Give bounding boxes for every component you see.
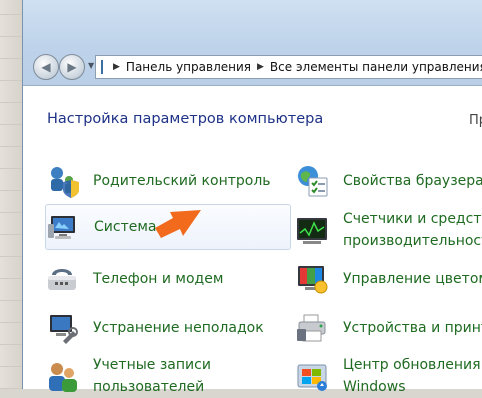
item-label: Телефон и модем <box>93 271 224 287</box>
forward-arrow-icon: ▶ <box>67 60 77 74</box>
item-label: Счетчики и средств производительност <box>343 208 482 252</box>
item-label: Устройства и принт <box>343 320 482 336</box>
forward-button[interactable]: ▶ <box>59 54 85 80</box>
troubleshooting-icon <box>45 311 79 345</box>
item-label-line2: пользователей <box>93 379 205 395</box>
item-user-accounts[interactable]: Учетные записи пользователей <box>45 354 285 398</box>
navigation-buttons: ◀ ▶ ▼ <box>31 54 101 80</box>
performance-icon <box>295 213 329 247</box>
item-performance[interactable]: Счетчики и средств производительност <box>295 208 482 252</box>
color-management-icon <box>295 262 329 296</box>
back-arrow-icon: ◀ <box>41 60 51 74</box>
phone-modem-icon <box>45 262 79 296</box>
view-by-label[interactable]: Пр <box>469 113 482 128</box>
item-internet-options[interactable]: Свойства браузера <box>295 159 482 203</box>
devices-printers-icon <box>295 311 329 345</box>
item-parental-controls[interactable]: Родительский контроль <box>45 159 285 203</box>
item-windows-update[interactable]: Центр обновления Windows <box>295 354 482 398</box>
item-label: Родительский контроль <box>93 173 271 189</box>
breadcrumb-control-panel[interactable]: Панель управления <box>126 60 251 74</box>
item-label-line2: Windows <box>343 379 406 395</box>
item-label: Свойства браузера <box>343 173 482 189</box>
breadcrumb-chevron-icon[interactable]: ▶ <box>257 62 264 72</box>
windows-update-icon <box>295 359 329 393</box>
item-label: Устранение неполадок <box>93 320 264 336</box>
item-label-line1: Центр обновления <box>343 357 481 373</box>
system-icon <box>46 210 80 244</box>
title-bar: ◀ ▶ ▼ ▶ Панель управления ▶ Все элементы… <box>23 0 482 86</box>
control-panel-icon <box>101 60 103 74</box>
recent-pages-dropdown-icon[interactable]: ▼ <box>88 61 94 70</box>
user-accounts-icon <box>45 359 79 393</box>
parental-controls-icon <box>45 164 79 198</box>
back-button[interactable]: ◀ <box>33 54 59 80</box>
control-panel-content: Настройка параметров компьютера Пр Родит… <box>23 86 482 395</box>
page-title: Настройка параметров компьютера <box>47 111 324 127</box>
item-label: Центр обновления Windows <box>343 354 481 398</box>
item-devices-printers[interactable]: Устройства и принт <box>295 306 482 350</box>
item-label: Учетные записи пользователей <box>93 354 211 398</box>
annotation-arrow-icon <box>155 210 201 238</box>
item-label-line2: производительност <box>343 233 482 249</box>
internet-options-icon <box>295 164 329 198</box>
address-bar[interactable]: ▶ Панель управления ▶ Все элементы панел… <box>95 55 482 79</box>
breadcrumb-chevron-icon[interactable]: ▶ <box>113 62 120 72</box>
item-color-management[interactable]: Управление цветом <box>295 257 482 301</box>
item-label: Управление цветом <box>343 271 482 287</box>
item-label-line1: Учетные записи <box>93 357 211 373</box>
breadcrumb-all-items[interactable]: Все элементы панели управления <box>270 60 482 74</box>
item-label: Система <box>94 219 157 235</box>
item-troubleshooting[interactable]: Устранение неполадок <box>45 306 285 350</box>
item-phone-modem[interactable]: Телефон и модем <box>45 257 285 301</box>
item-label-line1: Счетчики и средств <box>343 211 482 227</box>
explorer-window: ◀ ▶ ▼ ▶ Панель управления ▶ Все элементы… <box>22 0 482 395</box>
